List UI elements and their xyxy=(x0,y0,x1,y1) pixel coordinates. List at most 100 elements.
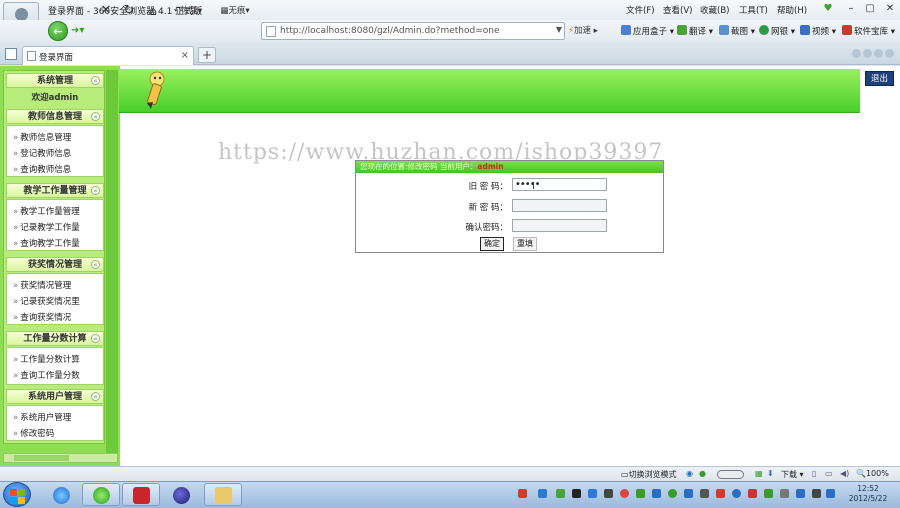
menu-file[interactable]: 文件(F) xyxy=(626,4,655,16)
stop-icon[interactable]: ✕ xyxy=(96,2,116,20)
print-icon[interactable]: ▭ xyxy=(825,469,833,478)
minimize-button[interactable]: – xyxy=(845,3,857,15)
home-icon[interactable]: ⌂ xyxy=(143,2,163,20)
menu-item-user-manage[interactable]: 系统用户管理 xyxy=(13,411,71,423)
collapse-icon[interactable]: « xyxy=(91,392,100,401)
tray-app-icon[interactable] xyxy=(556,489,565,498)
menu-item-teacher-manage[interactable]: 教师信息管理 xyxy=(13,131,71,143)
tab-controls[interactable] xyxy=(852,49,896,61)
menu-item-awards-manage[interactable]: 获奖情况管理 xyxy=(13,279,71,291)
menu-item-workload-record[interactable]: 记录教学工作量 xyxy=(13,221,80,233)
section-system-users[interactable]: 系统用户管理 « xyxy=(6,389,104,404)
sidebar-scrollbar[interactable] xyxy=(3,453,118,463)
restore-button[interactable]: ↶恢复▾ xyxy=(166,2,210,20)
section-awards[interactable]: 获奖情况管理 « xyxy=(6,257,104,272)
menu-item-score-query[interactable]: 查询工作量分数 xyxy=(13,369,80,381)
tray-app-icon[interactable] xyxy=(684,489,693,498)
maximize-button[interactable]: ▢ xyxy=(864,3,876,15)
app-box-button[interactable]: 应用盒子 ▾ xyxy=(621,25,674,37)
bank-button[interactable]: 网银 ▾ xyxy=(759,25,795,37)
page-icon[interactable]: ▯ xyxy=(812,469,816,478)
menu-item-score-calc[interactable]: 工作量分数计算 xyxy=(13,353,80,365)
logout-button[interactable]: 退出 xyxy=(865,71,894,86)
collapse-icon[interactable]: « xyxy=(91,334,100,343)
taskbar-app-red-icon[interactable] xyxy=(122,483,160,506)
speed-icon[interactable]: ● xyxy=(699,469,706,478)
switch-mode-button[interactable]: ▭切换浏览模式 xyxy=(621,469,677,480)
tray-app-icon[interactable] xyxy=(668,489,677,498)
section-system-manage[interactable]: 系统管理 « xyxy=(6,73,104,88)
menu-help[interactable]: 帮助(H) xyxy=(777,4,807,16)
skin-icon[interactable]: ♥ xyxy=(822,3,834,15)
section-workload[interactable]: 教学工作量管理 « xyxy=(6,183,104,198)
tray-app-icon[interactable] xyxy=(732,489,741,498)
back-arrow-icon[interactable]: ← xyxy=(48,21,68,41)
video-button[interactable]: 视频 ▾ xyxy=(800,25,836,37)
menu-tools[interactable]: 工具(T) xyxy=(739,4,768,16)
taskbar-eclipse-icon[interactable] xyxy=(162,483,200,506)
chevron-down-icon[interactable]: ▼ xyxy=(556,25,562,34)
close-window-button[interactable]: ✕ xyxy=(884,3,896,15)
old-password-field[interactable]: ••••• xyxy=(512,178,607,191)
collapse-icon[interactable]: « xyxy=(91,112,100,121)
tray-app-icon[interactable] xyxy=(780,489,789,498)
menu-item-workload-query[interactable]: 查询教学工作量 xyxy=(13,237,80,249)
tray-app-icon[interactable] xyxy=(716,489,725,498)
new-tab-button[interactable]: + xyxy=(198,47,216,63)
tray-app-icon[interactable] xyxy=(636,489,645,498)
menu-item-awards-record[interactable]: 记录获奖情况里 xyxy=(13,295,80,307)
incognito-button[interactable]: ▦无痕▾ xyxy=(214,2,256,20)
accelerate-button[interactable]: ⚡加速 ▸ xyxy=(568,22,612,40)
address-bar[interactable]: http://localhost:8080/gzl/Admin.do?metho… xyxy=(261,22,565,40)
tray-app-icon[interactable] xyxy=(748,489,757,498)
sound-icon[interactable]: ◀) xyxy=(840,469,849,478)
menu-item-change-password[interactable]: 修改密码 xyxy=(13,427,54,439)
address-text[interactable]: http://localhost:8080/gzl/Admin.do?metho… xyxy=(280,26,500,36)
tray-app-icon[interactable] xyxy=(652,489,661,498)
grid-icon[interactable]: ▦ xyxy=(755,469,763,478)
refresh-icon[interactable]: ↻ xyxy=(119,2,139,20)
translate-button[interactable]: 翻译 ▾ xyxy=(677,25,713,37)
tray-flag-icon[interactable] xyxy=(826,489,835,498)
tray-app-icon[interactable] xyxy=(604,489,613,498)
menu-item-teacher-query[interactable]: 查询教师信息 xyxy=(13,163,71,175)
tray-app-icon[interactable] xyxy=(700,489,709,498)
submit-button[interactable]: 确定 xyxy=(480,237,504,251)
confirm-password-field[interactable] xyxy=(512,219,607,232)
close-tab-icon[interactable]: × xyxy=(181,50,189,61)
menu-view[interactable]: 查看(V) xyxy=(663,4,692,16)
collapse-icon[interactable]: « xyxy=(91,260,100,269)
section-score-calc[interactable]: 工作量分数计算 « xyxy=(6,331,104,346)
windows-start-button[interactable] xyxy=(3,482,31,507)
screenshot-button[interactable]: 截图 ▾ xyxy=(719,25,755,37)
sidebar-splitter[interactable] xyxy=(106,70,118,462)
menu-item-awards-query[interactable]: 查询获奖情况 xyxy=(13,311,71,323)
collapse-icon[interactable]: « xyxy=(91,76,100,85)
scroll-thumb[interactable] xyxy=(14,455,69,461)
tray-network-icon[interactable] xyxy=(538,489,547,498)
tray-ime-icon[interactable] xyxy=(518,489,527,498)
taskbar-ie-icon[interactable] xyxy=(42,483,80,506)
download-arrow-icon[interactable]: ⬇ xyxy=(767,469,774,478)
download-button[interactable]: 下载 ▾ xyxy=(781,469,804,480)
menu-item-workload-manage[interactable]: 教学工作量管理 xyxy=(13,205,80,217)
tray-app-icon[interactable] xyxy=(620,489,629,498)
new-password-field[interactable] xyxy=(512,199,607,212)
section-teacher-info[interactable]: 教师信息管理 « xyxy=(6,109,104,124)
tab-login[interactable]: 登录界面 × xyxy=(22,46,194,65)
ie-mode-icon[interactable]: ◉ xyxy=(686,469,693,478)
tray-app-icon[interactable] xyxy=(588,489,597,498)
collapse-icon[interactable]: « xyxy=(91,186,100,195)
zoom-control[interactable]: 🔍100% xyxy=(856,469,889,478)
tray-app-icon[interactable] xyxy=(572,489,581,498)
forward-arrow-icon[interactable]: ➜▾ xyxy=(71,23,91,39)
sidebar-toggle-icon[interactable] xyxy=(5,48,17,60)
tray-app-icon[interactable] xyxy=(764,489,773,498)
tray-clock[interactable]: 12:52 2012/5/22 xyxy=(840,484,896,504)
toggle-switch[interactable] xyxy=(717,470,744,479)
taskbar-folder-icon[interactable] xyxy=(204,483,242,506)
tray-volume-icon[interactable] xyxy=(812,489,821,498)
software-store-button[interactable]: 软件宝库 ▾ xyxy=(842,25,895,37)
menu-item-teacher-register[interactable]: 登记教师信息 xyxy=(13,147,71,159)
reset-button[interactable]: 重填 xyxy=(513,237,537,251)
